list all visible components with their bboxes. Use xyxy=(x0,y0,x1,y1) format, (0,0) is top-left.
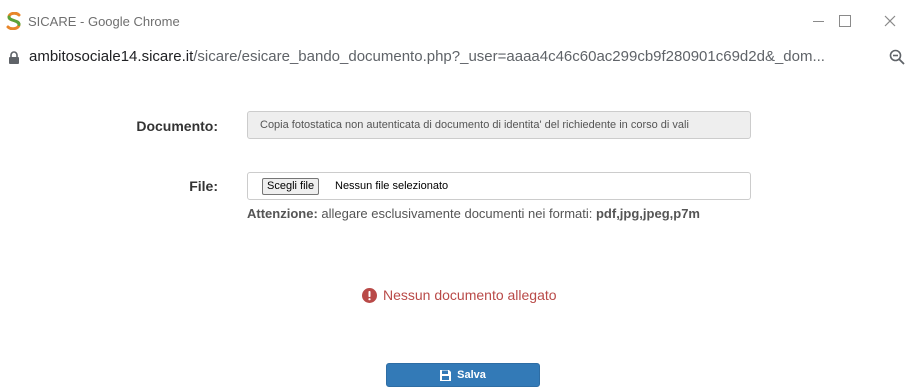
address-bar[interactable]: ambitosociale14.sicare.it/sicare/esicare… xyxy=(0,42,910,72)
choose-file-button[interactable]: Scegli file xyxy=(262,178,320,195)
url-host: ambitosociale14.sicare.it xyxy=(29,48,194,65)
window-title: SICARE - Google Chrome xyxy=(28,14,180,29)
hint-prefix: Attenzione: xyxy=(247,206,318,221)
file-input[interactable]: Scegli file Nessun file selezionato xyxy=(247,172,751,200)
url-text[interactable]: ambitosociale14.sicare.it/sicare/esicare… xyxy=(29,48,825,65)
hint-text: allegare esclusivamente documenti nei fo… xyxy=(317,206,596,221)
alert-text: Nessun documento allegato xyxy=(383,287,557,303)
save-label: Salva xyxy=(457,369,486,381)
close-button[interactable] xyxy=(875,8,905,34)
minimize-icon xyxy=(812,20,824,22)
save-button[interactable]: Salva xyxy=(386,363,540,387)
hint-formats: pdf,jpg,jpeg,p7m xyxy=(595,206,700,221)
sicare-logo-icon xyxy=(6,12,21,30)
lock-icon xyxy=(9,51,19,64)
url-path: /sicare/esicare_bando_documento.php?_use… xyxy=(193,48,825,65)
window-titlebar: SICARE - Google Chrome xyxy=(0,0,910,42)
maximize-button[interactable] xyxy=(830,8,860,34)
file-label: File: xyxy=(189,178,218,194)
close-icon xyxy=(884,15,896,27)
documento-label: Documento: xyxy=(136,118,218,134)
zoom-out-icon[interactable] xyxy=(889,49,905,65)
file-format-hint: Attenzione: allegare esclusivamente docu… xyxy=(247,206,700,221)
maximize-icon xyxy=(839,15,851,27)
floppy-disk-icon xyxy=(440,369,452,381)
file-status-text: Nessun file selezionato xyxy=(335,180,449,192)
minimize-button[interactable] xyxy=(803,8,833,34)
exclamation-circle-icon xyxy=(362,287,377,303)
no-document-alert: Nessun documento allegato xyxy=(362,286,557,304)
documento-field: Copia fotostatica non autenticata di doc… xyxy=(247,111,751,139)
